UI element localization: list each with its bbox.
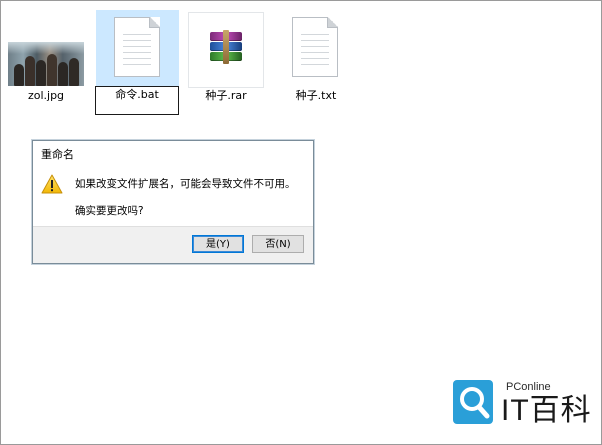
dialog-message: 如果改变文件扩展名，可能会导致文件不可用。 [75,178,296,190]
yes-button[interactable]: 是(Y) [192,235,244,253]
dialog-button-bar: 是(Y) 否(N) [33,226,313,263]
file-name-label: zol.jpg [27,89,65,102]
warning-icon [41,174,63,194]
document-icon [292,17,338,77]
rename-input-text: 命令.bat [115,88,159,101]
dialog-question: 确实要更改吗? [75,205,144,217]
document-icon [114,17,160,77]
rename-input[interactable]: 命令.bat [95,86,179,115]
magnifier-logo-icon [453,380,493,424]
watermark-brand-main: IT百科 [501,394,592,427]
dialog-title: 重命名 [41,148,74,161]
file-name-label: 种子.rar [205,89,247,102]
archive-icon [210,30,242,64]
watermark-brand-small: PConline [506,381,551,393]
no-button[interactable]: 否(N) [252,235,304,253]
file-name-label: 种子.txt [295,89,337,102]
image-thumbnail [8,42,84,86]
rename-dialog: 重命名 如果改变文件扩展名，可能会导致文件不可用。 确实要更改吗? 是(Y) 否… [32,140,314,264]
